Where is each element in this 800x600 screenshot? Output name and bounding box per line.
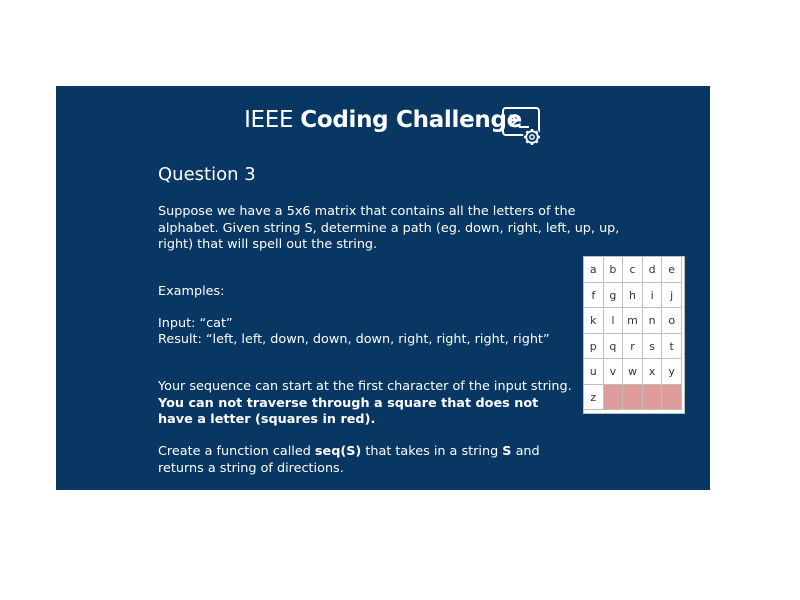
matrix-cell-l: l xyxy=(603,308,624,334)
matrix-cell-g: g xyxy=(603,282,624,308)
example-result: Result: “left, left, down, down, down, r… xyxy=(158,332,550,347)
matrix-cell-j: j xyxy=(662,282,682,308)
matrix-cell-p: p xyxy=(584,333,604,359)
title-main: Coding Challenge xyxy=(300,107,522,133)
matrix-cell-i: i xyxy=(642,282,663,308)
matrix-cell-f: f xyxy=(584,282,604,308)
task-part1: Create a function called xyxy=(158,444,315,459)
examples-heading: Examples: xyxy=(158,284,225,299)
matrix-cell-n: n xyxy=(642,308,663,334)
title-prefix: IEEE xyxy=(244,107,301,133)
param-name: S xyxy=(502,444,512,459)
task-text: Create a function called seq(S) that tak… xyxy=(158,444,578,477)
matrix-cell-y: y xyxy=(662,359,682,385)
matrix-cell-h: h xyxy=(623,282,643,308)
slide-title: IEEE Coding Challenge xyxy=(56,104,710,136)
matrix-cell-m: m xyxy=(623,308,643,334)
matrix-cell-q: q xyxy=(603,333,624,359)
rule-constraint: You can not traverse through a square th… xyxy=(158,395,539,428)
challenge-slide: IEEE Coding Challenge Question 3 Suppose… xyxy=(56,86,710,490)
matrix-cell-x: x xyxy=(642,359,663,385)
matrix-cell-blocked xyxy=(642,384,663,410)
matrix-cell-t: t xyxy=(662,333,682,359)
matrix-cell-r: r xyxy=(623,333,643,359)
matrix-cell-a: a xyxy=(584,257,604,283)
matrix-cell-e: e xyxy=(662,257,682,283)
terminal-settings-icon xyxy=(502,107,541,146)
task-part2: that takes in a string xyxy=(361,444,503,459)
matrix-cell-s: s xyxy=(642,333,663,359)
matrix-cell-u: u xyxy=(584,359,604,385)
function-name: seq(S) xyxy=(314,444,362,459)
matrix-cell-v: v xyxy=(603,359,624,385)
matrix-cell-k: k xyxy=(584,308,604,334)
rule-start: Your sequence can start at the first cha… xyxy=(158,379,572,394)
matrix-cell-w: w xyxy=(623,359,643,385)
matrix-cell-blocked xyxy=(623,384,643,410)
matrix-cell-c: c xyxy=(623,257,643,283)
matrix-cell-o: o xyxy=(662,308,682,334)
matrix-cell-blocked xyxy=(603,384,624,410)
question-heading: Question 3 xyxy=(158,164,256,185)
letter-matrix: abcde fghij klmno pqrst uvwxy z xyxy=(583,256,685,414)
matrix-cell-blocked xyxy=(662,384,682,410)
matrix-cell-d: d xyxy=(642,257,663,283)
description: Suppose we have a 5x6 matrix that contai… xyxy=(158,204,620,252)
matrix-cell-b: b xyxy=(603,257,624,283)
matrix-cell-z: z xyxy=(584,384,604,410)
example-input: Input: “cat” xyxy=(158,316,233,331)
